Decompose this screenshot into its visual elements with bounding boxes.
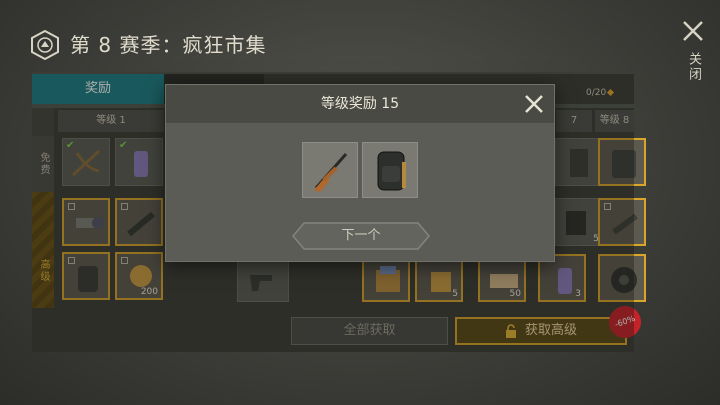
- reward-item[interactable]: [302, 142, 358, 198]
- next-button-label: 下一个: [341, 228, 381, 243]
- close-icon[interactable]: [680, 18, 706, 44]
- dialog-title: 等级奖励 15: [320, 96, 400, 112]
- season-title: 第 8 赛季：疯狂市集: [70, 33, 267, 57]
- backpack-icon: [377, 151, 406, 191]
- close-icon[interactable]: [524, 94, 544, 114]
- close-label[interactable]: 关闭: [683, 52, 703, 82]
- reward-item[interactable]: [362, 142, 418, 198]
- season-badge-icon: [31, 30, 59, 60]
- rifle-icon: [314, 153, 348, 192]
- next-button[interactable]: 下一个: [292, 222, 430, 250]
- level-reward-dialog: 等级奖励 15 下一个: [165, 84, 555, 262]
